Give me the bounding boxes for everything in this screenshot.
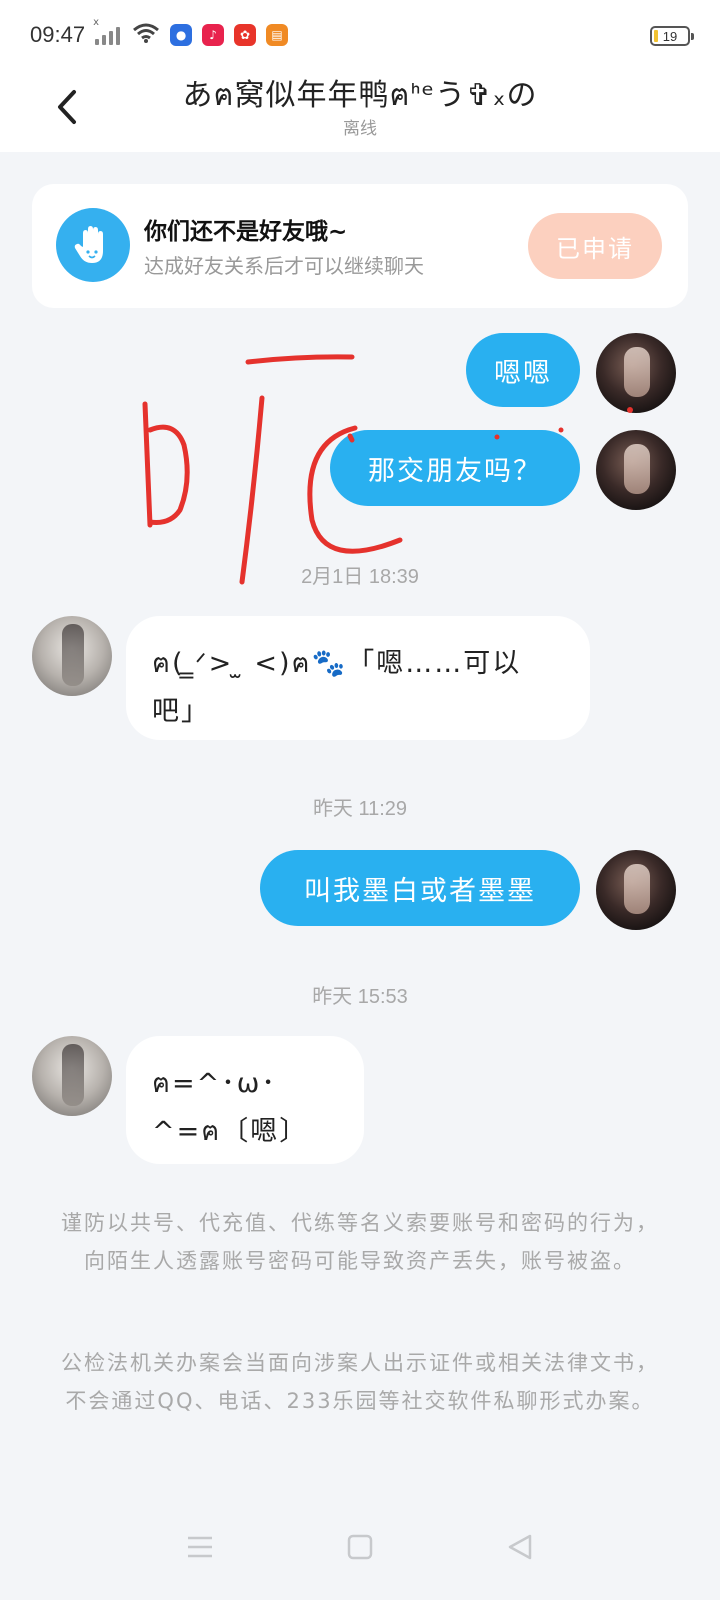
message-timestamp: 2月1日 18:39 — [301, 566, 419, 588]
home-button[interactable] — [340, 1527, 380, 1567]
my-avatar[interactable] — [596, 333, 676, 413]
book-app-icon: ▤ — [266, 24, 289, 46]
contact-avatar[interactable] — [32, 616, 112, 696]
menu-button[interactable] — [180, 1527, 220, 1567]
chat-title: あฅ窝似年年鸭ฅᑋᵉう✞ₓの — [182, 78, 538, 113]
message-timestamp: 昨天 11:29 — [312, 798, 408, 820]
friend-card-subtitle: 达成好友关系后才可以继续聊天 — [144, 254, 424, 278]
online-status: 离线 — [343, 119, 377, 139]
wifi-icon — [132, 22, 160, 48]
my-avatar[interactable] — [596, 430, 676, 510]
signal-icon: x — [93, 17, 121, 45]
safety-notice: 谨防以共号、代充值、代练等名义索要账号和密码的行为，向陌生人透露账号密码可能导致… — [61, 1211, 659, 1273]
menu-icon — [188, 1536, 212, 1558]
contact-avatar[interactable] — [32, 1036, 112, 1116]
status-bar: 09:47 x ● ♪ ✿ ▤ 19 — [0, 0, 720, 70]
chat-header: あฅ窝似年年鸭ฅᑋᵉう✞ₓの 离线 — [0, 70, 720, 152]
safety-notice: 公检法机关办案会当面向涉案人出示证件或相关法律文书，不会通过QQ、电话、233乐… — [61, 1351, 659, 1413]
friend-request-card: 你们还不是好友哦~ 达成好友关系后才可以继续聊天 已申请 — [32, 184, 688, 308]
back-triangle-icon — [508, 1534, 532, 1560]
message-bubble-sent[interactable]: 叫我墨白或者墨墨 — [260, 850, 580, 926]
friend-card-title: 你们还不是好友哦~ — [144, 219, 348, 245]
message-bubble-sent[interactable]: 那交朋友吗？ — [330, 430, 580, 506]
waving-hand-icon — [56, 208, 130, 282]
message-bubble-sent[interactable]: 嗯嗯 — [466, 333, 580, 407]
battery-icon: 19 — [650, 26, 694, 46]
status-time: 09:47 — [30, 22, 86, 47]
applied-button[interactable]: 已申请 — [528, 213, 662, 279]
video-app-icon: ✿ — [234, 24, 257, 46]
message-timestamp: 昨天 15:53 — [312, 986, 408, 1008]
message-bubble-received[interactable]: ฅ( ̳ᐟ> ̫ <)ฅ🐾「嗯……可以吧」 — [126, 616, 590, 740]
home-square-icon — [347, 1534, 373, 1560]
my-avatar[interactable] — [596, 850, 676, 930]
message-bubble-received[interactable]: ฅ=^･ω･^=ฅ〔嗯〕 — [126, 1036, 364, 1164]
baidu-app-icon: ● — [170, 24, 193, 46]
system-nav-bar — [0, 1494, 720, 1600]
battery-level: 19 — [662, 28, 678, 44]
music-app-icon: ♪ — [202, 24, 225, 46]
back-nav-button[interactable] — [500, 1527, 540, 1567]
